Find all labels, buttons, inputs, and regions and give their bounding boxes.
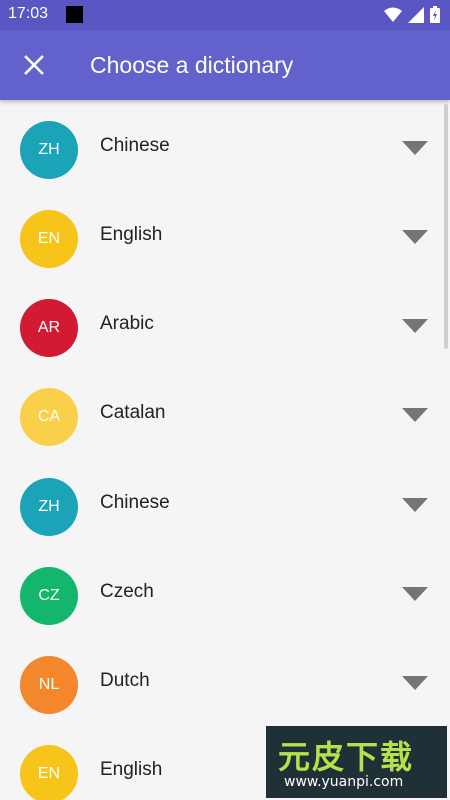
app-bar: Choose a dictionary bbox=[0, 30, 450, 100]
language-code: AR bbox=[37, 319, 61, 336]
language-name: English bbox=[100, 759, 163, 780]
watermark-brand: 元皮下载 bbox=[278, 738, 415, 776]
dictionary-item[interactable]: CA Catalan bbox=[0, 367, 444, 456]
language-code: CA bbox=[37, 408, 61, 425]
language-avatar: AR bbox=[20, 299, 78, 357]
triangle-down-icon bbox=[402, 587, 428, 601]
notification-icon bbox=[66, 6, 83, 23]
dictionary-item[interactable]: NL Dutch bbox=[0, 635, 444, 724]
status-icons bbox=[384, 6, 440, 23]
scrollbar[interactable] bbox=[444, 104, 448, 349]
triangle-down-icon bbox=[402, 141, 428, 155]
language-name: Chinese bbox=[100, 135, 170, 156]
language-code: EN bbox=[37, 765, 61, 782]
dictionary-item[interactable]: EN English bbox=[0, 189, 444, 278]
dictionary-item[interactable]: CZ Czech bbox=[0, 546, 444, 635]
language-code: EN bbox=[37, 230, 61, 247]
dictionary-list[interactable]: ZH Chinese EN English AR Arabic CA Catal… bbox=[0, 100, 450, 800]
status-time: 17:03 bbox=[8, 5, 49, 22]
dictionary-item[interactable]: ZH Chinese bbox=[0, 457, 444, 546]
close-button[interactable] bbox=[14, 45, 54, 85]
signal-icon bbox=[408, 6, 424, 23]
language-avatar: CA bbox=[20, 388, 78, 446]
language-name: Arabic bbox=[100, 313, 154, 334]
watermark-url: www.yuanpi.com bbox=[284, 774, 404, 790]
expand-button[interactable] bbox=[398, 673, 432, 693]
watermark: 元皮下载 www.yuanpi.com bbox=[266, 726, 447, 798]
expand-button[interactable] bbox=[398, 495, 432, 515]
language-name: English bbox=[100, 224, 163, 245]
language-name: Czech bbox=[100, 581, 154, 602]
language-name: Catalan bbox=[100, 402, 166, 423]
expand-button[interactable] bbox=[398, 316, 432, 336]
dictionary-item[interactable]: AR Arabic bbox=[0, 278, 444, 367]
battery-icon bbox=[430, 6, 440, 23]
language-avatar: ZH bbox=[20, 478, 78, 536]
language-avatar: CZ bbox=[20, 567, 78, 625]
expand-button[interactable] bbox=[398, 138, 432, 158]
language-code: ZH bbox=[38, 498, 60, 515]
language-code: ZH bbox=[38, 141, 60, 158]
dictionary-item[interactable]: ZH Chinese bbox=[0, 100, 444, 189]
page-title: Choose a dictionary bbox=[90, 52, 294, 78]
triangle-down-icon bbox=[402, 676, 428, 690]
language-name: Dutch bbox=[100, 670, 150, 691]
triangle-down-icon bbox=[402, 230, 428, 244]
language-code: NL bbox=[38, 676, 60, 693]
triangle-down-icon bbox=[402, 498, 428, 512]
language-code: CZ bbox=[38, 587, 60, 604]
expand-button[interactable] bbox=[398, 227, 432, 247]
language-avatar: NL bbox=[20, 656, 78, 714]
language-avatar: EN bbox=[20, 210, 78, 268]
close-icon bbox=[24, 55, 44, 75]
wifi-icon bbox=[384, 7, 402, 22]
triangle-down-icon bbox=[402, 319, 428, 333]
language-avatar: EN bbox=[20, 745, 78, 800]
expand-button[interactable] bbox=[398, 405, 432, 425]
triangle-down-icon bbox=[402, 408, 428, 422]
status-bar: 17:03 bbox=[0, 0, 450, 30]
expand-button[interactable] bbox=[398, 584, 432, 604]
language-name: Chinese bbox=[100, 492, 170, 513]
language-avatar: ZH bbox=[20, 121, 78, 179]
